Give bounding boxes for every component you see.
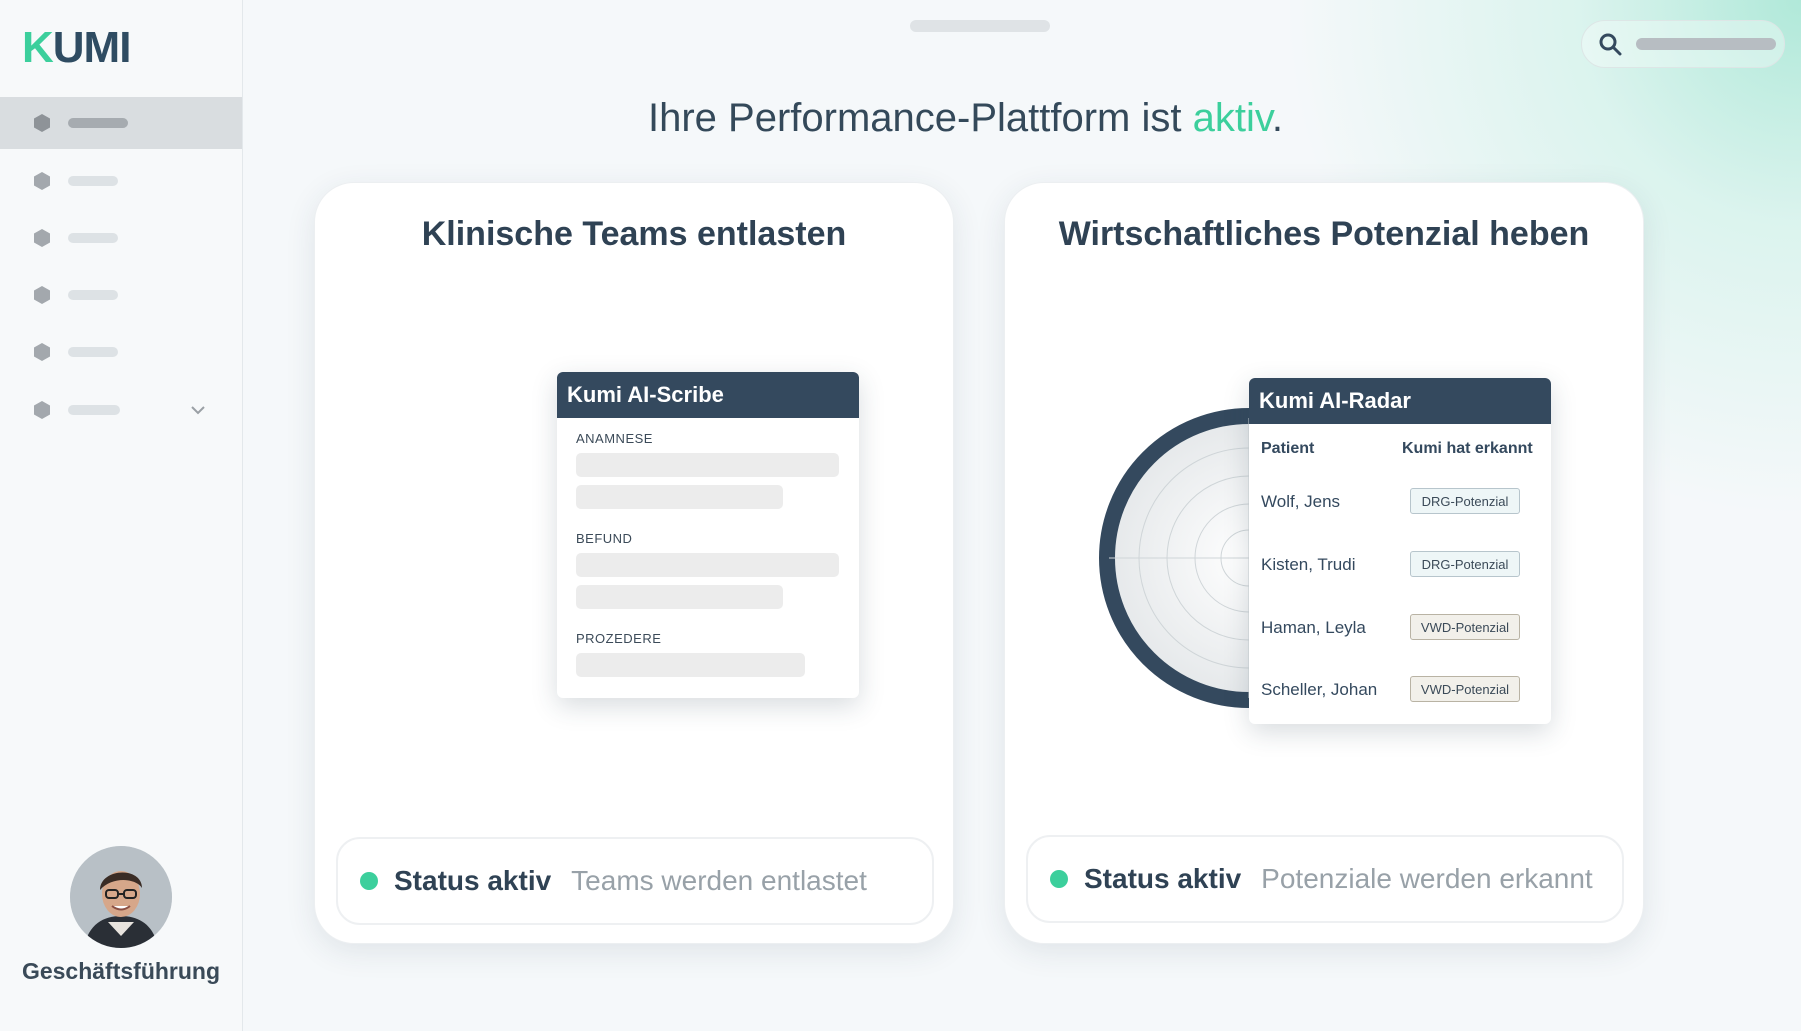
sidebar-item-label-placeholder: [68, 405, 120, 415]
sidebar-item-label-placeholder: [68, 290, 118, 300]
patient-name[interactable]: Wolf, Jens: [1261, 492, 1340, 512]
text-line-placeholder: [576, 453, 839, 477]
page-headline: Ihre Performance-Plattform ist aktiv.: [243, 96, 1688, 141]
headline-main: Ihre Performance-Plattform ist: [647, 96, 1193, 140]
potential-tag[interactable]: VWD-Potenzial: [1410, 676, 1520, 702]
hexagon-icon: [34, 172, 50, 190]
card-clinical-teams: Klinische Teams entlasten Kumi AI-Scribe…: [314, 182, 954, 944]
status-dot-icon: [1050, 870, 1068, 888]
card-title: Wirtschaftliches Potenzial heben: [1058, 215, 1590, 253]
text-line-placeholder: [576, 585, 783, 609]
section-label-prozedere: PROZEDERE: [576, 631, 662, 646]
panel-title: Kumi AI-Radar: [1249, 378, 1551, 424]
hexagon-icon: [34, 114, 50, 132]
search-input-placeholder: [1636, 38, 1776, 50]
sidebar-item-label-placeholder: [68, 118, 128, 128]
headline-end: .: [1271, 96, 1283, 140]
patient-name[interactable]: Kisten, Trudi: [1261, 555, 1356, 575]
hexagon-icon: [34, 401, 50, 419]
hexagon-icon: [34, 343, 50, 361]
panel-title: Kumi AI-Scribe: [557, 372, 859, 418]
potential-tag[interactable]: DRG-Potenzial: [1410, 551, 1520, 577]
status-text: Potenziale werden erkannt: [1261, 863, 1593, 894]
status-label: Status aktiv: [1084, 863, 1242, 894]
text-line-placeholder: [576, 653, 805, 677]
chevron-down-icon[interactable]: [188, 400, 208, 420]
user-role-label: Geschäftsführung: [21, 958, 221, 984]
sidebar: KUMI Geschäftsführung: [0, 0, 243, 1031]
status-label: Status aktiv: [394, 865, 552, 896]
ai-scribe-panel: Kumi AI-Scribe ANAMNESE BEFUND PROZEDERE: [557, 372, 859, 698]
sidebar-item-label-placeholder: [68, 233, 118, 243]
column-header-patient: Patient: [1261, 440, 1315, 457]
status-box: Status aktiv Potenziale werden erkannt: [1026, 835, 1624, 923]
patient-name[interactable]: Haman, Leyla: [1261, 618, 1366, 638]
card-title: Klinische Teams entlasten: [421, 215, 847, 253]
hexagon-icon: [34, 229, 50, 247]
status-text: Teams werden entlastet: [571, 865, 867, 896]
section-label-anamnese: ANAMNESE: [576, 431, 653, 446]
column-header-detected: Kumi hat erkannt: [1402, 440, 1533, 457]
sidebar-item-label-placeholder: [68, 347, 118, 357]
sidebar-item-2[interactable]: [0, 155, 242, 207]
section-label-befund: BEFUND: [576, 531, 633, 546]
patient-name[interactable]: Scheller, Johan: [1261, 680, 1377, 700]
search-icon[interactable]: [1598, 32, 1622, 56]
headline-accent: aktiv: [1192, 96, 1272, 140]
status-box: Status aktiv Teams werden entlastet: [336, 837, 934, 925]
sidebar-item-3[interactable]: [0, 212, 242, 264]
kumi-logo[interactable]: KUMI: [22, 22, 142, 66]
card-economic-potential: Wirtschaftliches Potenzial heben Kumi AI…: [1004, 182, 1644, 944]
avatar[interactable]: [70, 846, 172, 948]
status-dot-icon: [360, 872, 378, 890]
svg-text:KUMI: KUMI: [22, 23, 130, 66]
text-line-placeholder: [576, 553, 839, 577]
hexagon-icon: [34, 286, 50, 304]
ai-radar-panel: Kumi AI-Radar Patient Kumi hat erkannt W…: [1249, 378, 1551, 724]
sidebar-item-label-placeholder: [68, 176, 118, 186]
sidebar-item-4[interactable]: [0, 269, 242, 321]
sidebar-item-5[interactable]: [0, 326, 242, 378]
search-field[interactable]: [1581, 20, 1785, 68]
text-line-placeholder: [576, 485, 783, 509]
potential-tag[interactable]: VWD-Potenzial: [1410, 614, 1520, 640]
potential-tag[interactable]: DRG-Potenzial: [1410, 488, 1520, 514]
sidebar-item-1[interactable]: [0, 97, 242, 149]
sidebar-item-6[interactable]: [0, 384, 242, 436]
drag-handle[interactable]: [910, 20, 1050, 32]
